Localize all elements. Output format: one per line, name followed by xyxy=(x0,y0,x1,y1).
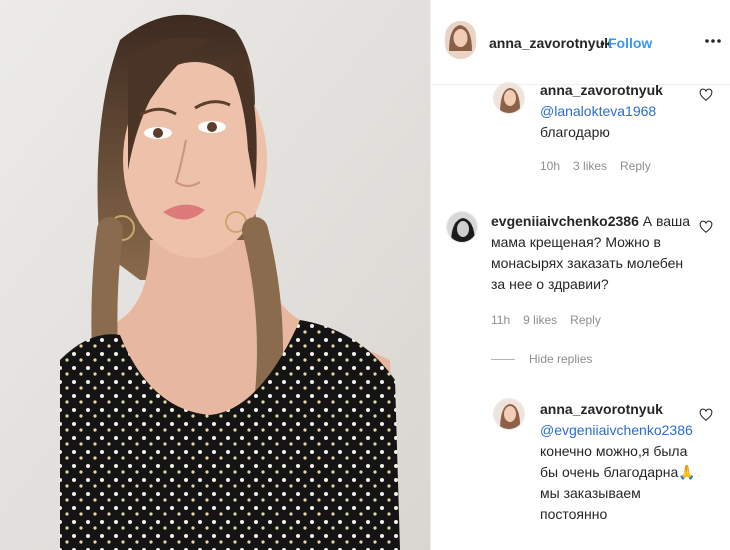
author-username[interactable]: anna_zavorotnyuk xyxy=(489,35,612,51)
divider-line xyxy=(491,358,515,360)
more-options-icon[interactable] xyxy=(703,31,723,51)
comment-username[interactable]: anna_zavorotnyuk xyxy=(540,82,663,98)
heart-outline-icon[interactable] xyxy=(699,408,713,422)
avatar-image xyxy=(447,212,477,242)
comment-text: конечно можно,я была xyxy=(540,443,688,459)
reply-button[interactable]: Reply xyxy=(620,159,651,173)
comment-time[interactable]: 10h xyxy=(540,159,560,173)
post-photo[interactable] xyxy=(0,0,430,550)
comment-username[interactable]: anna_zavorotnyuk xyxy=(540,401,663,417)
comment-text: за нее о здравии? xyxy=(491,276,609,292)
comment-time[interactable]: 11h xyxy=(491,313,510,327)
comment-text: постоянно xyxy=(540,506,608,522)
commenter-avatar[interactable] xyxy=(493,398,525,430)
comment-mention[interactable]: @evgeniiaivchenko2386 xyxy=(540,422,693,438)
author-avatar[interactable] xyxy=(445,21,476,59)
comment-mention[interactable]: @lanalokteva1968 xyxy=(540,103,656,119)
comments-panel: anna_zavorotnyuk • Follow anna_zavorotny… xyxy=(430,0,730,550)
follow-button[interactable]: Follow xyxy=(608,35,652,51)
avatar-image xyxy=(494,399,524,429)
comment-text: бы очень благодарна🙏 xyxy=(540,464,696,480)
comment-text: мы заказываем xyxy=(540,485,641,501)
comment-likes[interactable]: 9 likes xyxy=(523,313,557,327)
comment-meta: 10h 3 likes Reply xyxy=(540,159,651,173)
comment-likes[interactable]: 3 likes xyxy=(573,159,607,173)
post-header: anna_zavorotnyuk • Follow xyxy=(431,0,730,85)
separator-dot: • xyxy=(600,35,605,51)
comment-meta: 11h 9 likes Reply xyxy=(491,313,601,327)
heart-outline-icon[interactable] xyxy=(699,220,713,234)
comment-text: мама крещеная? Можно в xyxy=(491,234,661,250)
portrait-image xyxy=(0,0,430,550)
commenter-avatar[interactable] xyxy=(493,82,525,114)
comment-username[interactable]: evgeniiaivchenko2386 xyxy=(491,213,639,229)
comment-text: благодарю xyxy=(540,124,610,140)
reply-button[interactable]: Reply xyxy=(570,313,601,327)
heart-outline-icon[interactable] xyxy=(699,88,713,102)
hide-replies-label: Hide replies xyxy=(529,352,593,366)
comment-text: А ваша xyxy=(642,213,691,229)
avatar-image xyxy=(494,83,524,113)
commenter-avatar[interactable] xyxy=(446,211,478,243)
comment-text: монасырях заказать молебен xyxy=(491,255,684,271)
hide-replies-button[interactable]: Hide replies xyxy=(491,352,592,366)
